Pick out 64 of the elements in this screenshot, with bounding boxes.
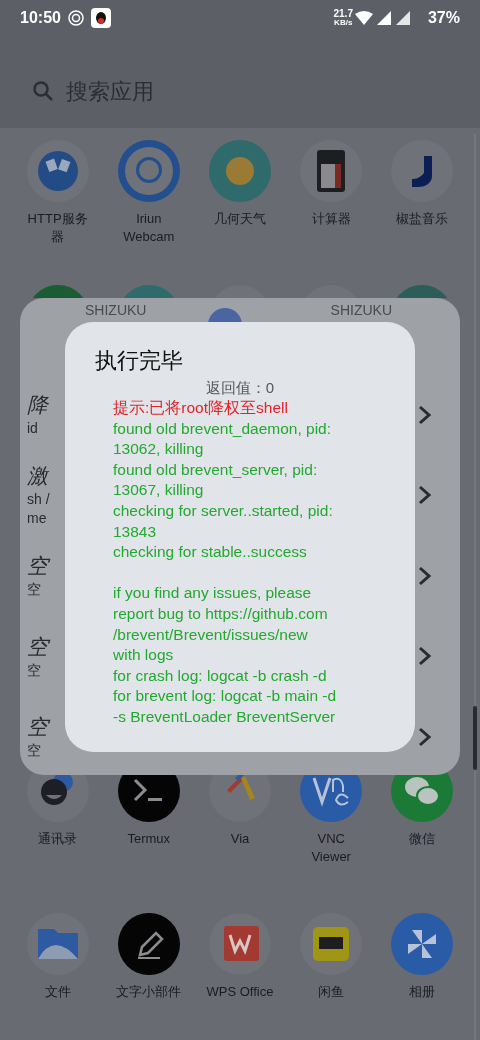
clock: 10:50	[20, 8, 61, 28]
search-icon	[32, 80, 54, 102]
row-title: 激	[27, 463, 50, 490]
app-label: VNC Viewer	[311, 830, 351, 866]
calculator-icon[interactable]	[300, 140, 363, 202]
log-line: 13843	[113, 521, 157, 542]
app-label: 椒盐音乐	[396, 210, 449, 228]
log-line: found old brevent_daemon, pid:	[113, 418, 332, 439]
signal-icon	[395, 11, 410, 25]
app-label: 相册	[409, 983, 436, 1001]
speed-unit: KB/s	[334, 19, 353, 27]
row-subtitle: sh /	[27, 490, 50, 510]
row-subtitle: me	[27, 509, 48, 529]
log-line: for brevent log: logcat -b main -d	[113, 686, 337, 707]
scrollbar-thumb[interactable]	[473, 706, 477, 770]
row-title: 降	[27, 392, 48, 419]
row-subtitle: 空	[27, 660, 42, 680]
chevron-right-icon	[418, 726, 432, 747]
app-icon[interactable]	[26, 140, 89, 202]
chevron-right-icon	[418, 404, 432, 425]
app-label: Iriun Webcam	[123, 210, 175, 246]
row-subtitle: id	[27, 419, 39, 439]
app-label: 微信	[409, 830, 436, 848]
app-label: Termux	[127, 830, 171, 848]
log-line: report bug to https://github.com	[113, 603, 328, 624]
status-title: SHIZUKU	[330, 302, 392, 318]
row-subtitle: 空	[27, 741, 42, 761]
chevron-right-icon	[418, 485, 432, 506]
app-label: 计算器	[311, 210, 351, 228]
log-line: checking for server..started, pid:	[113, 500, 333, 521]
log-line: 13067, killing	[113, 480, 204, 501]
chevron-right-icon	[418, 646, 432, 667]
wifi-icon	[354, 11, 373, 25]
log-line: if you find any issues, please	[113, 583, 312, 604]
avatar-icon	[208, 308, 243, 322]
log-line: found old brevent_server, pid:	[113, 459, 318, 480]
app-label: 文字小部件	[116, 983, 182, 1001]
return-value: 返回值：0	[205, 378, 275, 398]
log-line: for crash log: logcat -b crash -d	[113, 665, 327, 686]
log-line: checking for stable..success	[113, 542, 307, 563]
app-label: WPS Office	[206, 983, 274, 1001]
log-line: 提示:已将root降权至shell	[113, 398, 288, 418]
app-label: 通讯录	[38, 830, 78, 848]
app-label: HTTP服务 器	[27, 210, 88, 246]
status-title: SHIZUKU	[85, 302, 147, 318]
app-label: 文件	[44, 983, 71, 1001]
folder-icon[interactable]	[26, 913, 89, 975]
app-label: 闲鱼	[318, 983, 345, 1001]
webcam-icon[interactable]	[117, 140, 180, 202]
log-line: -s BreventLoader BreventServer	[113, 706, 336, 727]
network-speed: 21.7	[333, 9, 353, 19]
log-line: /brevent/Brevent/issues/new	[113, 624, 308, 645]
document-icon[interactable]	[209, 913, 271, 975]
pinwheel-icon[interactable]	[391, 913, 454, 975]
battery-percent: 37%	[427, 8, 460, 28]
log-line: 13062, killing	[113, 439, 204, 460]
signal-icon	[376, 11, 391, 25]
chevron-right-icon	[418, 565, 432, 586]
dialog-title: 执行完毕	[94, 347, 184, 375]
row-subtitle: 空	[27, 580, 42, 600]
pencil-icon[interactable]	[117, 913, 180, 975]
app-label: 几何天气	[214, 210, 266, 228]
log-line: with logs	[113, 645, 174, 666]
app-label: Via	[230, 830, 250, 848]
